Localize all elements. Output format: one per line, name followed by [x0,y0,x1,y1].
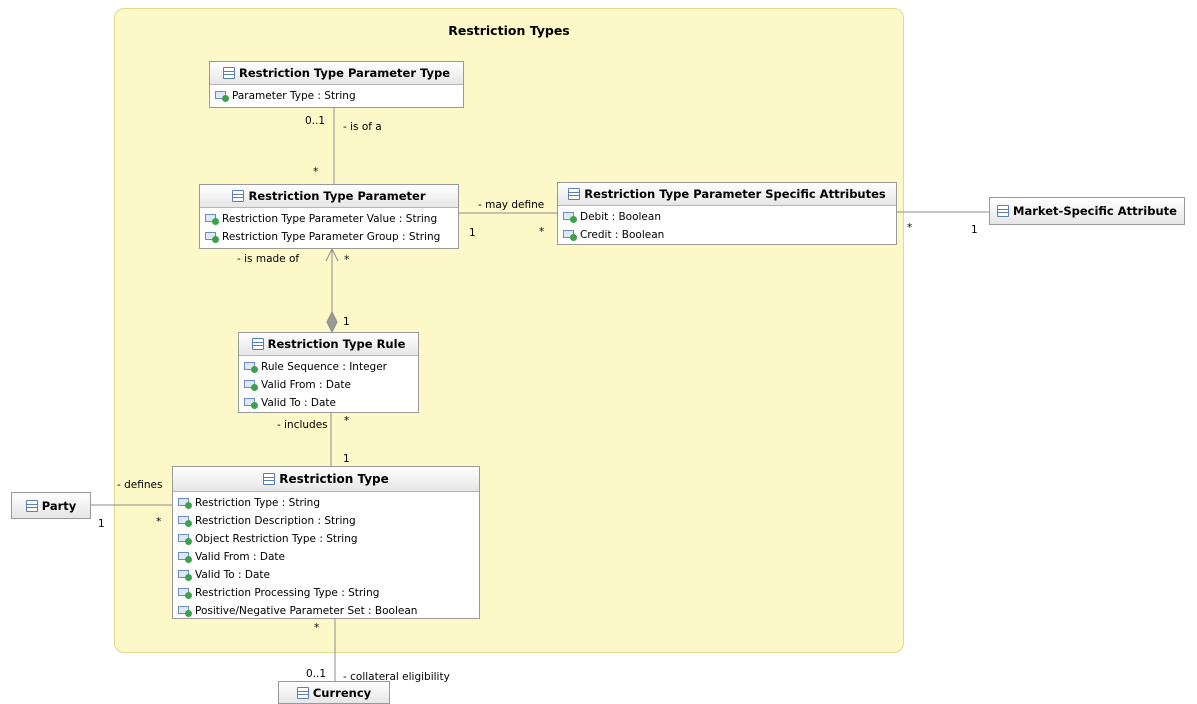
class-market-specific-attribute[interactable]: Market-Specific Attribute [989,197,1185,225]
attribute-row[interactable]: Valid From : Date [173,548,479,566]
class-name: Currency [312,685,372,700]
class-name: Market-Specific Attribute [1013,204,1177,218]
class-party[interactable]: Party [11,492,91,519]
mult-defines-left: 1 [98,518,105,530]
attribute-row[interactable]: Credit : Boolean [558,226,896,244]
class-restriction-type-parameter-type[interactable]: Restriction Type Parameter Type Paramete… [209,61,464,108]
attribute-row[interactable]: Restriction Processing Type : String [173,584,479,602]
mult-is-made-of-top: * [344,254,350,266]
class-restriction-type-rule[interactable]: Restriction Type Rule Rule Sequence : In… [238,332,419,413]
attribute-icon [205,231,219,243]
attribute-text: Object Restriction Type : String [195,533,358,545]
label-includes: - includes [277,419,328,431]
mult-includes-top: * [344,415,350,427]
mult-collateral-top: * [314,622,320,634]
attribute-text: Valid From : Date [195,551,285,563]
attribute-icon [178,497,192,509]
class-icon [222,67,235,79]
attribute-row[interactable]: Parameter Type : String [210,87,463,105]
mult-market-specific-right: 1 [971,224,978,236]
attribute-row[interactable]: Restriction Type : String [173,494,479,512]
class-name: Restriction Type [279,472,389,486]
class-icon [232,190,245,202]
class-restriction-type[interactable]: Restriction Type Restriction Type : Stri… [172,466,480,619]
mult-defines-right: * [156,516,162,528]
class-restriction-type-parameter[interactable]: Restriction Type Parameter Restriction T… [199,184,459,249]
composition-diamond [326,310,338,334]
attribute-icon [178,551,192,563]
attribute-text: Valid To : Date [195,569,271,581]
attribute-row[interactable]: Debit : Boolean [558,208,896,226]
mult-is-made-of-bottom: 1 [343,316,350,328]
attribute-text: Valid From : Date [261,379,351,391]
attribute-row[interactable]: Object Restriction Type : String [173,530,479,548]
mult-market-specific-left: * [907,222,913,234]
label-collateral-eligibility: - collateral eligibility [343,671,450,683]
attribute-row[interactable]: Restriction Type Parameter Value : Strin… [200,210,458,228]
attribute-text: Rule Sequence : Integer [261,361,387,373]
attribute-icon [205,213,219,225]
attribute-icon [563,211,577,223]
class-name: Restriction Type Parameter Specific Attr… [584,187,886,201]
mult-is-of-a-top: 0..1 [305,115,326,127]
attribute-text: Parameter Type : String [232,90,356,102]
attribute-icon [178,605,192,617]
attribute-icon [215,90,229,102]
class-currency[interactable]: Currency [278,681,390,704]
class-icon [296,686,309,699]
attribute-row[interactable]: Valid To : Date [239,394,418,412]
attribute-icon [178,533,192,545]
label-is-made-of: - is made of [237,253,300,265]
attribute-row[interactable]: Rule Sequence : Integer [239,358,418,376]
attribute-text: Restriction Type : String [195,497,320,509]
class-icon [568,188,581,200]
class-name: Party [41,498,77,513]
attribute-text: Debit : Boolean [580,211,661,223]
attribute-row[interactable]: Valid From : Date [239,376,418,394]
attribute-text: Restriction Type Parameter Group : Strin… [222,231,441,243]
class-icon [997,205,1010,217]
mult-includes-bottom: 1 [343,453,350,465]
class-name: Restriction Type Parameter [248,189,426,203]
attribute-icon [178,515,192,527]
attribute-icon [244,397,258,409]
class-icon [251,338,264,350]
attribute-icon [563,229,577,241]
attribute-icon [178,587,192,599]
attribute-text: Restriction Type Parameter Value : Strin… [222,213,438,225]
class-name: Restriction Type Parameter Type [238,66,451,80]
attribute-row[interactable]: Restriction Type Parameter Group : Strin… [200,228,458,246]
attribute-text: Valid To : Date [261,397,337,409]
attribute-row[interactable]: Restriction Description : String [173,512,479,530]
class-restriction-type-parameter-specific-attributes[interactable]: Restriction Type Parameter Specific Attr… [557,182,897,245]
attribute-row[interactable]: Valid To : Date [173,566,479,584]
label-defines: - defines [117,479,163,491]
attribute-icon [178,569,192,581]
mult-may-define-right: * [539,226,545,238]
class-name: Restriction Type Rule [267,337,406,351]
attribute-icon [244,379,258,391]
class-icon [263,473,276,485]
class-icon [25,499,38,512]
mult-may-define-left: 1 [469,227,476,239]
mult-collateral-bottom: 0..1 [306,668,327,680]
attribute-text: Restriction Description : String [195,515,356,527]
attribute-icon [244,361,258,373]
attribute-text: Restriction Processing Type : String [195,587,380,599]
label-may-define: - may define [478,199,545,211]
attribute-text: Positive/Negative Parameter Set : Boolea… [195,605,418,617]
attribute-row[interactable]: Positive/Negative Parameter Set : Boolea… [173,602,479,620]
mult-is-of-a-bottom: * [313,166,319,178]
attribute-text: Credit : Boolean [580,229,665,241]
label-is-of-a: - is of a [343,121,382,133]
